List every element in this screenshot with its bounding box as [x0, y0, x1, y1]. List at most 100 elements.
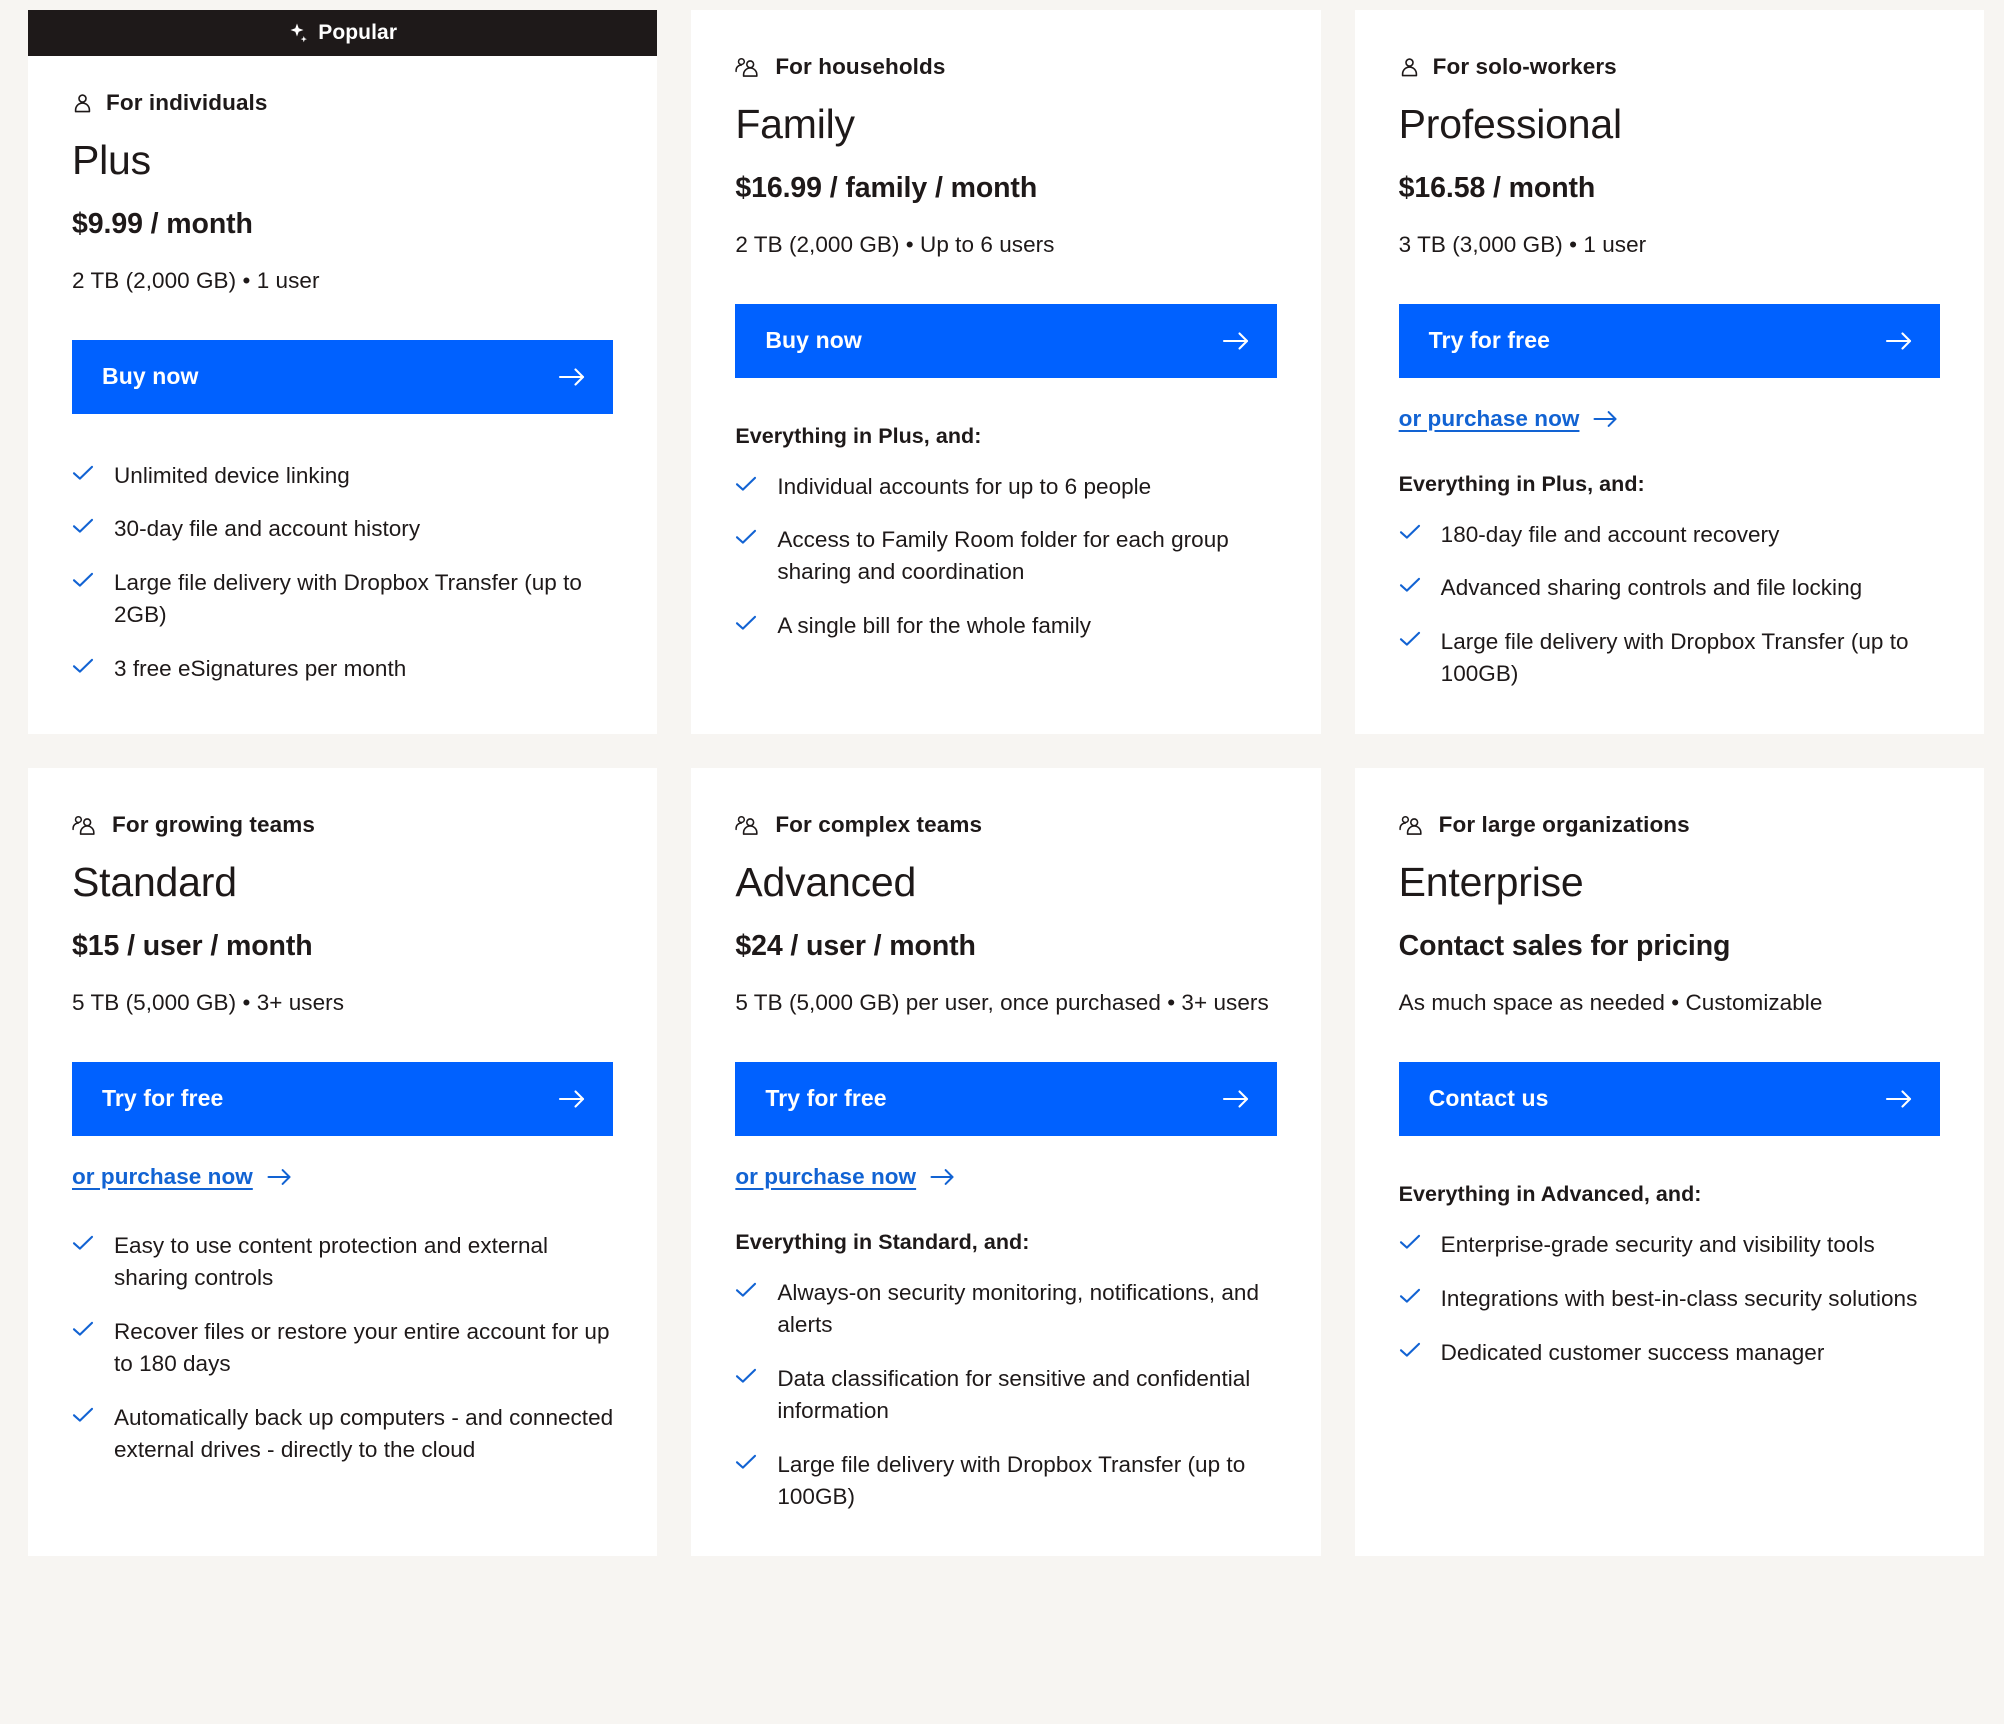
check-icon	[1399, 1342, 1421, 1358]
plan-name: Standard	[72, 859, 237, 906]
audience-row: For complex teams	[735, 812, 1276, 838]
purchase-now-label: or purchase now	[72, 1163, 253, 1189]
feature-item: Large file delivery with Dropbox Transfe…	[1399, 626, 1940, 690]
check-icon	[1399, 577, 1421, 593]
feature-list: Unlimited device linking 30-day file and …	[72, 460, 613, 686]
check-icon	[72, 572, 94, 588]
pricing-plan-grid: Popular For individuals Plus $9.99 / month 2…	[0, 0, 2004, 1576]
cta-label: Contact us	[1428, 1085, 1549, 1112]
pricing-card-professional: For solo-workers Professional $16.58 / mon…	[1354, 10, 1984, 735]
arrow-right-icon	[1221, 329, 1251, 353]
card-body: For individuals Plus $9.99 / month 2 TB (2,…	[28, 56, 657, 734]
card-body: For complex teams Advanced $24 / user / mo…	[691, 768, 1320, 1556]
cta-label: Buy now	[102, 363, 199, 390]
popular-badge: Popular	[28, 10, 658, 56]
two-people-icon	[1399, 815, 1426, 836]
feature-text: Data classification for sensitive and co…	[777, 1365, 1251, 1423]
plan-capacity: 2 TB (2,000 GB) • 1 user	[72, 267, 320, 293]
arrow-right-icon	[557, 1087, 587, 1111]
feature-item: Recover files or restore your entire acc…	[72, 1316, 613, 1380]
feature-text: 180-day file and account recovery	[1440, 521, 1780, 547]
feature-list: Everything in Standard, and: Always-on se…	[735, 1230, 1276, 1513]
check-icon	[735, 1454, 757, 1470]
feature-list-heading: Everything in Plus, and:	[735, 423, 982, 448]
feature-text: Automatically back up computers - and co…	[114, 1404, 614, 1462]
card-spacer	[72, 1465, 613, 1512]
cta-button-professional[interactable]: Try for free	[1398, 303, 1940, 378]
audience-label: For households	[775, 54, 946, 79]
plan-name: Advanced	[735, 859, 917, 906]
feature-item: Automatically back up computers - and co…	[72, 1402, 613, 1466]
plan-capacity: As much space as needed • Customizable	[1398, 990, 1823, 1016]
check-icon	[1399, 1234, 1421, 1250]
feature-list: Everything in Plus, and: 180-day file and…	[1399, 472, 1940, 691]
plan-price: $15 / user / month	[72, 930, 313, 963]
cta-label: Buy now	[765, 327, 862, 354]
single-person-icon	[72, 93, 93, 114]
cta-label: Try for free	[765, 1085, 887, 1112]
audience-row: For households	[735, 54, 1276, 80]
check-icon	[735, 1282, 757, 1298]
plan-name: Enterprise	[1398, 859, 1584, 906]
feature-text: 3 free eSignatures per month	[114, 656, 407, 682]
feature-item: 180-day file and account recovery	[1399, 519, 1940, 551]
feature-item: A single bill for the whole family	[735, 610, 1276, 642]
feature-list: Easy to use content protection and exter…	[72, 1230, 613, 1466]
check-icon	[735, 476, 757, 492]
plan-price: Contact sales for pricing	[1398, 930, 1731, 963]
pricing-card-plus: Popular For individuals Plus $9.99 / month 2…	[28, 10, 658, 735]
feature-item: Advanced sharing controls and file locki…	[1399, 572, 1940, 604]
feature-text: Access to Family Room folder for each gr…	[777, 527, 1229, 585]
purchase-now-link-advanced[interactable]: or purchase now	[735, 1164, 956, 1190]
audience-label: For individuals	[106, 90, 268, 115]
plan-price: $9.99 / month	[72, 207, 253, 240]
cta-button-enterprise[interactable]: Contact us	[1398, 1061, 1940, 1136]
feature-item: Individual accounts for up to 6 people	[735, 471, 1276, 503]
cta-label: Try for free	[1428, 327, 1551, 354]
check-icon	[72, 1407, 94, 1423]
feature-text: Dedicated customer success manager	[1440, 1339, 1825, 1365]
feature-text: Unlimited device linking	[114, 462, 350, 488]
card-body: For large organizations Enterprise Contact…	[1355, 768, 1984, 1556]
check-icon	[72, 658, 94, 674]
card-body: For households Family $16.99 / family / mo…	[691, 10, 1320, 734]
plan-price: $16.99 / family / month	[735, 171, 1038, 204]
cta-button-advanced[interactable]: Try for free	[735, 1061, 1277, 1136]
audience-row: For large organizations	[1399, 812, 1940, 838]
check-icon	[72, 1235, 94, 1251]
purchase-now-link-standard[interactable]: or purchase now	[72, 1164, 293, 1190]
cta-button-plus[interactable]: Buy now	[72, 339, 614, 414]
check-icon	[735, 615, 757, 631]
audience-label: For solo-workers	[1432, 54, 1617, 79]
card-body: For solo-workers Professional $16.58 / mon…	[1355, 10, 1984, 734]
cta-button-standard[interactable]: Try for free	[72, 1061, 614, 1136]
plan-capacity: 5 TB (5,000 GB) • 3+ users	[72, 990, 345, 1016]
feature-item: Easy to use content protection and exter…	[72, 1230, 613, 1294]
audience-row: For growing teams	[72, 812, 613, 838]
feature-item: Dedicated customer success manager	[1399, 1337, 1940, 1369]
plan-capacity: 2 TB (2,000 GB) • Up to 6 users	[735, 231, 1055, 257]
feature-text: Integrations with best-in-class security…	[1440, 1285, 1918, 1311]
audience-row: For individuals	[72, 90, 613, 116]
card-spacer	[1399, 1369, 1940, 1513]
card-body: For growing teams Standard $15 / user / mo…	[28, 768, 657, 1556]
two-people-icon	[735, 57, 762, 78]
feature-text: A single bill for the whole family	[777, 613, 1091, 639]
feature-text: Large file delivery with Dropbox Transfe…	[1440, 629, 1909, 687]
arrow-right-icon	[557, 365, 587, 389]
feature-item: Large file delivery with Dropbox Transfe…	[735, 1449, 1276, 1513]
check-icon	[72, 1321, 94, 1337]
card-spacer	[72, 685, 613, 690]
cta-button-family[interactable]: Buy now	[735, 303, 1277, 378]
feature-item: Enterprise-grade security and visibility…	[1399, 1229, 1940, 1261]
cta-label: Try for free	[102, 1085, 224, 1112]
audience-row: For solo-workers	[1399, 54, 1940, 80]
feature-text: Recover files or restore your entire acc…	[114, 1318, 610, 1376]
feature-text: Large file delivery with Dropbox Transfe…	[777, 1451, 1246, 1509]
feature-item: Access to Family Room folder for each gr…	[735, 524, 1276, 588]
sparkle-icon	[288, 22, 308, 44]
purchase-now-link-professional[interactable]: or purchase now	[1399, 406, 1620, 432]
two-people-icon	[735, 815, 762, 836]
pricing-card-advanced: For complex teams Advanced $24 / user / mo…	[691, 768, 1321, 1557]
arrow-right-icon	[1884, 329, 1914, 353]
